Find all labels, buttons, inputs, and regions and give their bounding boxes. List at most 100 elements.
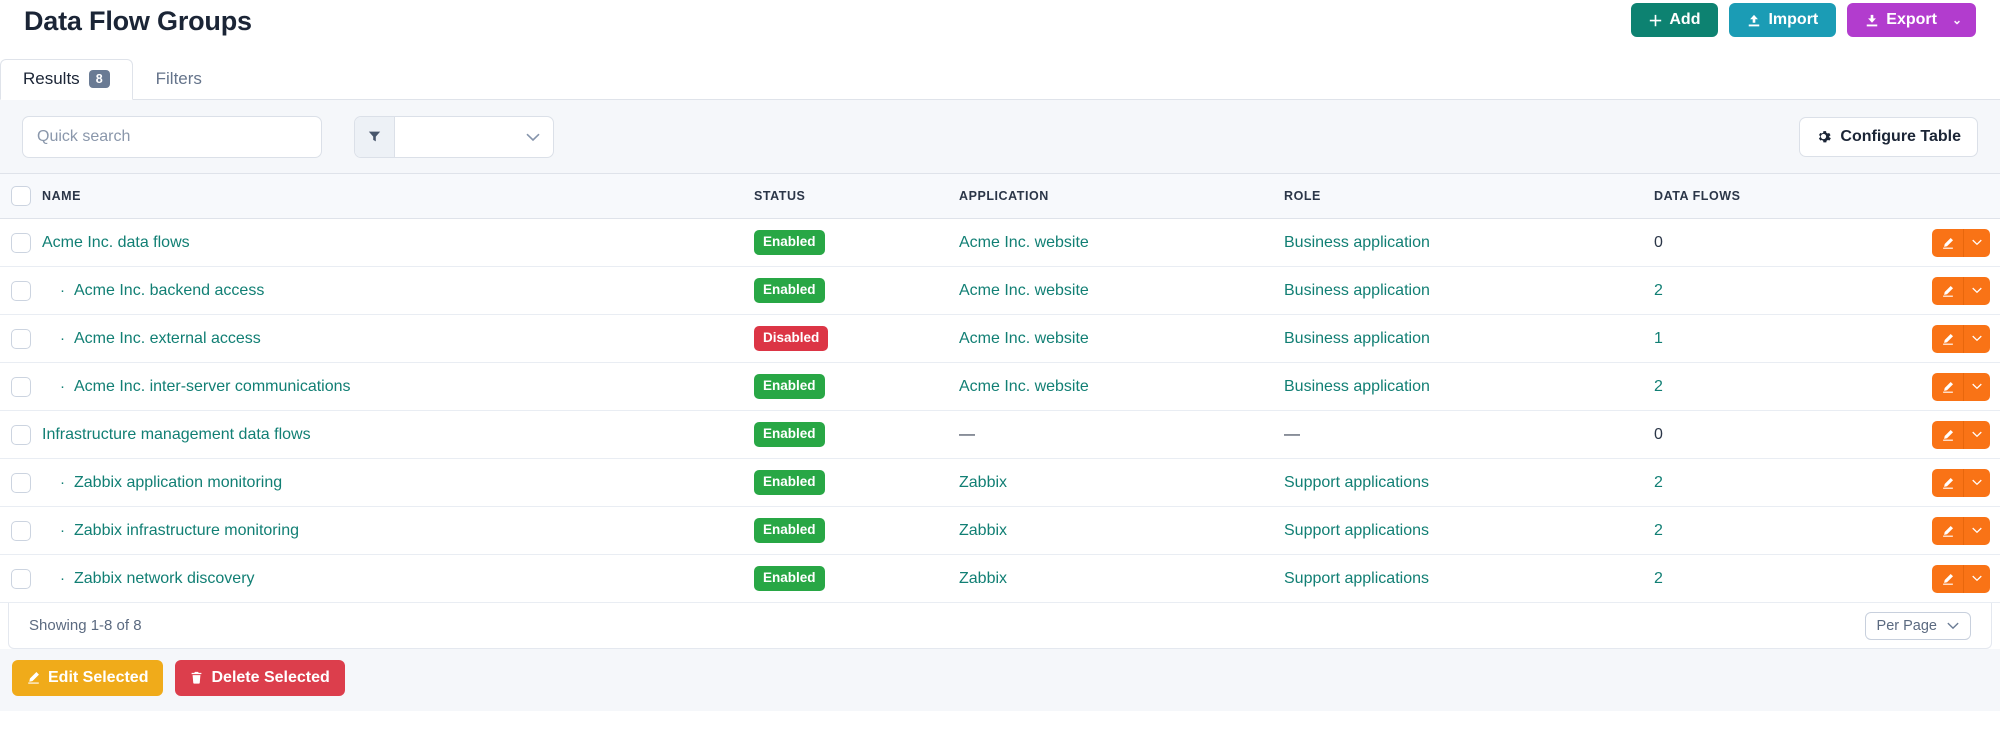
row-edit-button[interactable] — [1932, 276, 1964, 305]
data-flows-cell: 2 — [1654, 554, 1924, 603]
per-page-label: Per Page — [1876, 617, 1937, 634]
row-checkbox[interactable] — [11, 520, 31, 541]
child-bullet-icon: · — [60, 330, 65, 347]
group-name-link[interactable]: Acme Inc. external access — [74, 330, 261, 348]
filter-toolbar: Configure Table — [0, 100, 2000, 174]
role-empty: — — [1284, 425, 1300, 443]
per-page-select[interactable]: Per Page — [1864, 611, 1971, 640]
table-footer: Showing 1-8 of 8 Per Page — [8, 603, 1992, 649]
search-input[interactable] — [22, 115, 322, 158]
column-header-data-flows[interactable]: DATA FLOWS — [1654, 174, 1924, 219]
application-link[interactable]: Zabbix — [959, 522, 1007, 539]
row-checkbox[interactable] — [11, 328, 31, 349]
funnel-icon — [355, 116, 395, 157]
row-edit-button[interactable] — [1932, 468, 1964, 497]
group-name-link[interactable]: Acme Inc. data flows — [42, 234, 190, 252]
role-link[interactable]: Business application — [1284, 330, 1430, 347]
application-link[interactable]: Zabbix — [959, 570, 1007, 587]
row-action-chevron-down-icon[interactable] — [1964, 516, 1990, 545]
role-cell: Support applications — [1284, 506, 1654, 555]
row-action-group — [1932, 276, 1990, 305]
column-header-application[interactable]: APPLICATION — [959, 174, 1284, 219]
data-flows-link[interactable]: 2 — [1654, 474, 1663, 491]
pencil-icon — [27, 670, 40, 686]
row-edit-button[interactable] — [1932, 564, 1964, 593]
row-checkbox[interactable] — [11, 472, 31, 493]
group-name-link[interactable]: Zabbix network discovery — [74, 570, 255, 588]
group-name-link[interactable]: Zabbix infrastructure monitoring — [74, 522, 299, 540]
select-all-checkbox[interactable] — [11, 186, 31, 206]
role-link[interactable]: Business application — [1284, 234, 1430, 251]
child-bullet-icon: · — [60, 570, 65, 587]
trash-icon — [190, 670, 203, 686]
upload-icon — [1747, 12, 1761, 27]
group-name-link[interactable]: Zabbix application monitoring — [74, 474, 282, 492]
row-action-chevron-down-icon[interactable] — [1964, 276, 1990, 305]
tab-filters[interactable]: Filters — [133, 59, 225, 100]
row-checkbox[interactable] — [11, 376, 31, 397]
row-select-cell — [0, 266, 42, 315]
column-header-role[interactable]: ROLE — [1284, 174, 1654, 219]
configure-table-button[interactable]: Configure Table — [1799, 116, 1978, 157]
tab-filters-label: Filters — [155, 69, 202, 88]
data-flows-cell: 0 — [1654, 410, 1924, 459]
chevron-down-icon[interactable]: ⌄ — [1952, 14, 1962, 26]
column-header-name[interactable]: NAME — [42, 174, 754, 219]
application-link[interactable]: Acme Inc. website — [959, 282, 1089, 299]
application-link[interactable]: Acme Inc. website — [959, 234, 1089, 251]
row-checkbox[interactable] — [11, 232, 31, 253]
data-flows-link[interactable]: 2 — [1654, 378, 1663, 395]
data-flows-link[interactable]: 1 — [1654, 330, 1663, 347]
name-cell: · Acme Inc. backend access — [42, 266, 754, 315]
row-action-chevron-down-icon[interactable] — [1964, 564, 1990, 593]
row-edit-button[interactable] — [1932, 228, 1964, 257]
row-action-group — [1932, 372, 1990, 401]
role-link[interactable]: Business application — [1284, 282, 1430, 299]
filter-select[interactable] — [395, 117, 553, 157]
role-link[interactable]: Support applications — [1284, 522, 1429, 539]
application-link[interactable]: Zabbix — [959, 474, 1007, 491]
row-action-group — [1932, 468, 1990, 497]
row-action-chevron-down-icon[interactable] — [1964, 324, 1990, 353]
application-link[interactable]: Acme Inc. website — [959, 378, 1089, 395]
row-action-chevron-down-icon[interactable] — [1964, 468, 1990, 497]
edit-selected-button[interactable]: Edit Selected — [12, 660, 164, 696]
row-action-chevron-down-icon[interactable] — [1964, 420, 1990, 449]
import-button[interactable]: Import — [1729, 3, 1837, 37]
data-flows-link[interactable]: 2 — [1654, 282, 1663, 299]
row-action-chevron-down-icon[interactable] — [1964, 372, 1990, 401]
name-cell: · Zabbix network discovery — [42, 554, 754, 603]
row-select-cell — [0, 554, 42, 603]
status-cell: Enabled — [754, 362, 959, 411]
tab-results[interactable]: Results 8 — [0, 59, 133, 100]
select-all-header — [0, 174, 42, 219]
group-name-link[interactable]: Acme Inc. backend access — [74, 282, 264, 300]
role-cell: Business application — [1284, 314, 1654, 363]
group-name-link[interactable]: Acme Inc. inter-server communications — [74, 378, 351, 396]
row-edit-button[interactable] — [1932, 516, 1964, 545]
add-button[interactable]: Add — [1631, 3, 1719, 37]
role-link[interactable]: Support applications — [1284, 474, 1429, 491]
row-edit-button[interactable] — [1932, 420, 1964, 449]
group-name-link[interactable]: Infrastructure management data flows — [42, 426, 311, 444]
export-button[interactable]: Export ⌄ — [1847, 3, 1976, 37]
data-flows-link[interactable]: 2 — [1654, 522, 1663, 539]
export-button-label: Export — [1886, 11, 1937, 28]
column-header-status[interactable]: STATUS — [754, 174, 959, 219]
role-link[interactable]: Business application — [1284, 378, 1430, 395]
row-actions-cell — [1924, 410, 2000, 459]
table-row: · Zabbix application monitoring Enabled Zab… — [0, 458, 2000, 507]
row-action-chevron-down-icon[interactable] — [1964, 228, 1990, 257]
row-checkbox[interactable] — [11, 424, 31, 445]
import-button-label: Import — [1768, 11, 1819, 28]
row-edit-button[interactable] — [1932, 324, 1964, 353]
bulk-actions-bar: Edit Selected Delete Selected — [0, 649, 2000, 711]
data-flows-link[interactable]: 2 — [1654, 570, 1663, 587]
role-link[interactable]: Support applications — [1284, 570, 1429, 587]
row-checkbox[interactable] — [11, 280, 31, 301]
delete-selected-button[interactable]: Delete Selected — [175, 660, 345, 696]
row-edit-button[interactable] — [1932, 372, 1964, 401]
row-checkbox[interactable] — [11, 568, 31, 589]
status-cell: Enabled — [754, 506, 959, 555]
application-link[interactable]: Acme Inc. website — [959, 330, 1089, 347]
